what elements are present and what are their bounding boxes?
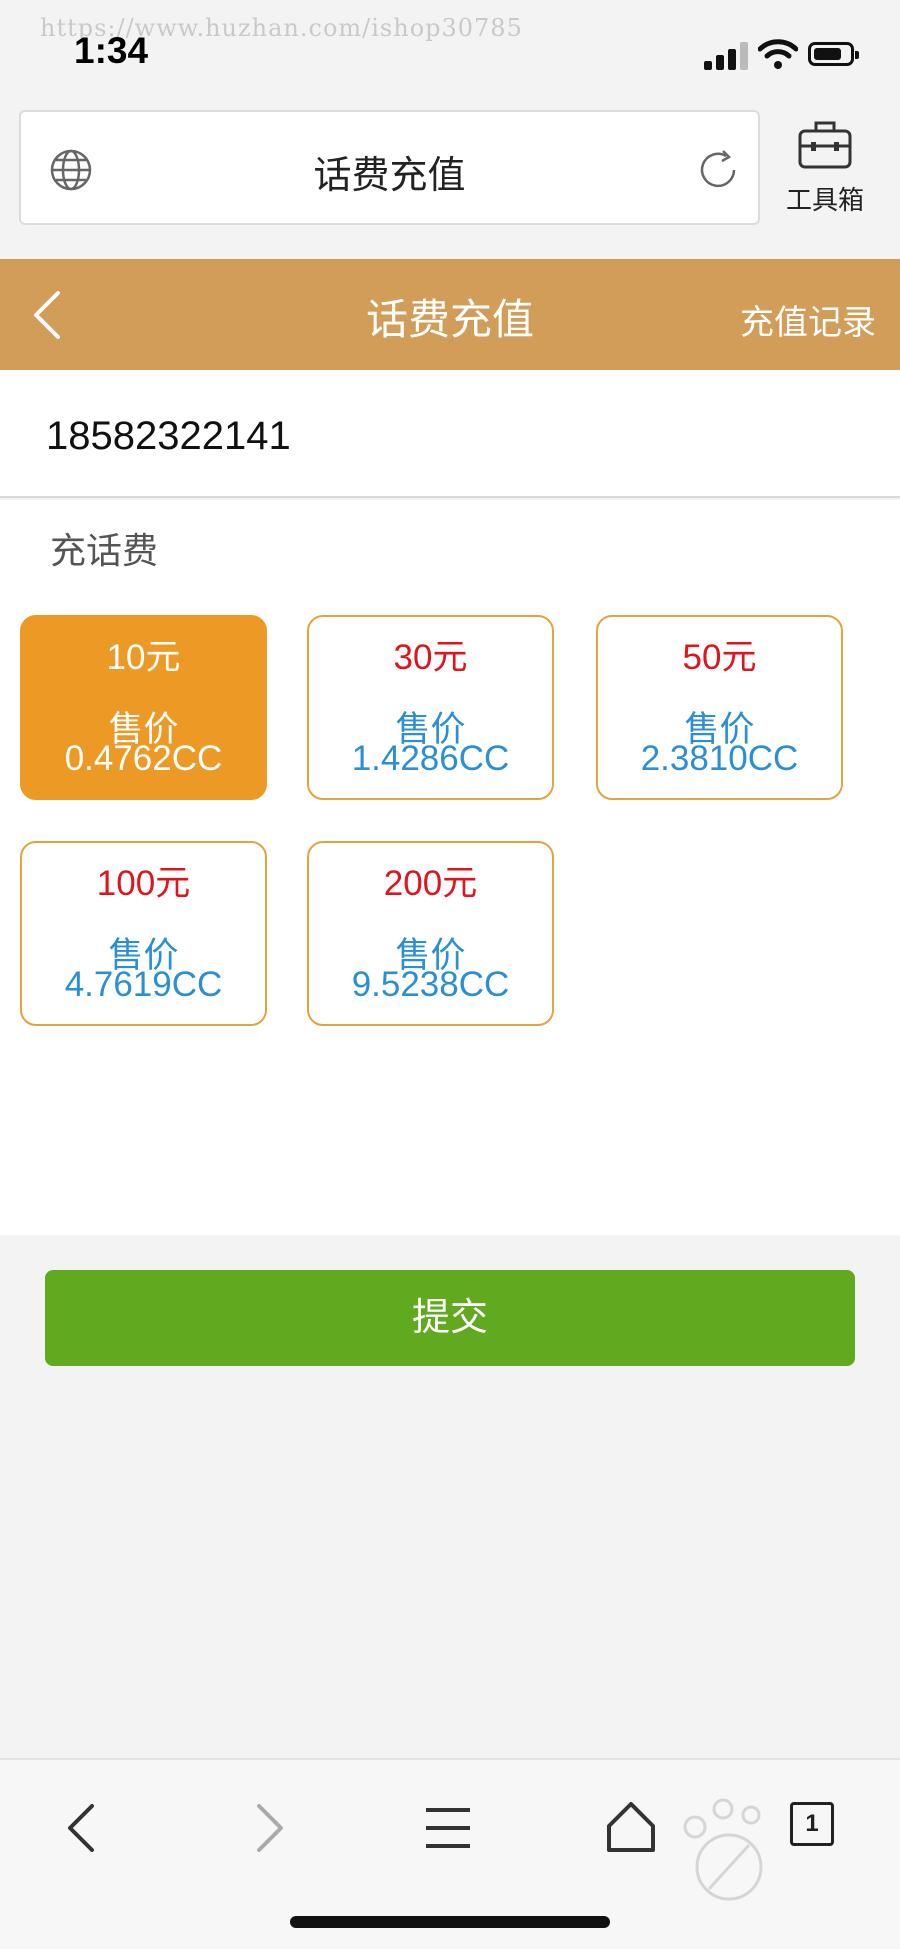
reload-icon[interactable] [696,148,740,192]
toolbox-label: 工具箱 [785,185,864,215]
option-amount: 200元 [383,864,478,903]
option-price-value: 4.7619CC [64,965,223,1004]
address-title: 话费充值 [313,155,466,197]
option-amount: 30元 [393,638,468,677]
nav-back-icon[interactable] [54,1798,114,1858]
option-price-value: 2.3810CC [640,739,799,778]
page-header: 话费充值 充值记录 [0,259,900,370]
status-bar: https://www.huzhan.com/ishop30785 1:34 [0,0,900,100]
recharge-option-10[interactable]: 10元 售价 0.4762CC [20,615,267,800]
status-time: 1:34 [74,30,149,71]
nav-home-icon[interactable] [601,1798,661,1858]
address-bar[interactable]: 话费充值 [19,110,760,225]
nav-forward-icon[interactable] [237,1798,297,1858]
battery-icon [808,42,859,66]
submit-button[interactable]: 提交 [45,1270,855,1366]
phone-number-value: 18582322141 [46,414,291,458]
recharge-records-link[interactable]: 充值记录 [740,295,876,344]
toolbox-button[interactable]: 工具箱 [770,118,880,228]
tabs-icon[interactable]: 1 [790,1802,834,1846]
recharge-options-panel: 充话费 10元 售价 0.4762CC 30元 售价 1.4286CC 50元 … [0,500,900,1235]
signal-icon [704,40,750,70]
toolbox-icon [798,121,852,169]
option-amount: 100元 [96,864,191,903]
recharge-option-200[interactable]: 200元 售价 9.5238CC [307,841,554,1026]
section-label: 充话费 [50,530,159,571]
paw-watermark-icon [683,1798,763,1901]
recharge-option-100[interactable]: 100元 售价 4.7619CC [20,841,267,1026]
home-indicator [290,1916,610,1928]
option-price-value: 1.4286CC [351,739,510,778]
option-amount: 10元 [106,638,181,677]
wifi-icon [758,39,798,69]
recharge-option-50[interactable]: 50元 售价 2.3810CC [596,615,843,800]
option-amount: 50元 [682,638,757,677]
phone-number-field[interactable]: 18582322141 [0,370,900,498]
option-price-value: 0.4762CC [64,739,223,778]
option-price-value: 9.5238CC [351,965,510,1004]
nav-menu-icon[interactable] [418,1798,478,1858]
recharge-option-30[interactable]: 30元 售价 1.4286CC [307,615,554,800]
